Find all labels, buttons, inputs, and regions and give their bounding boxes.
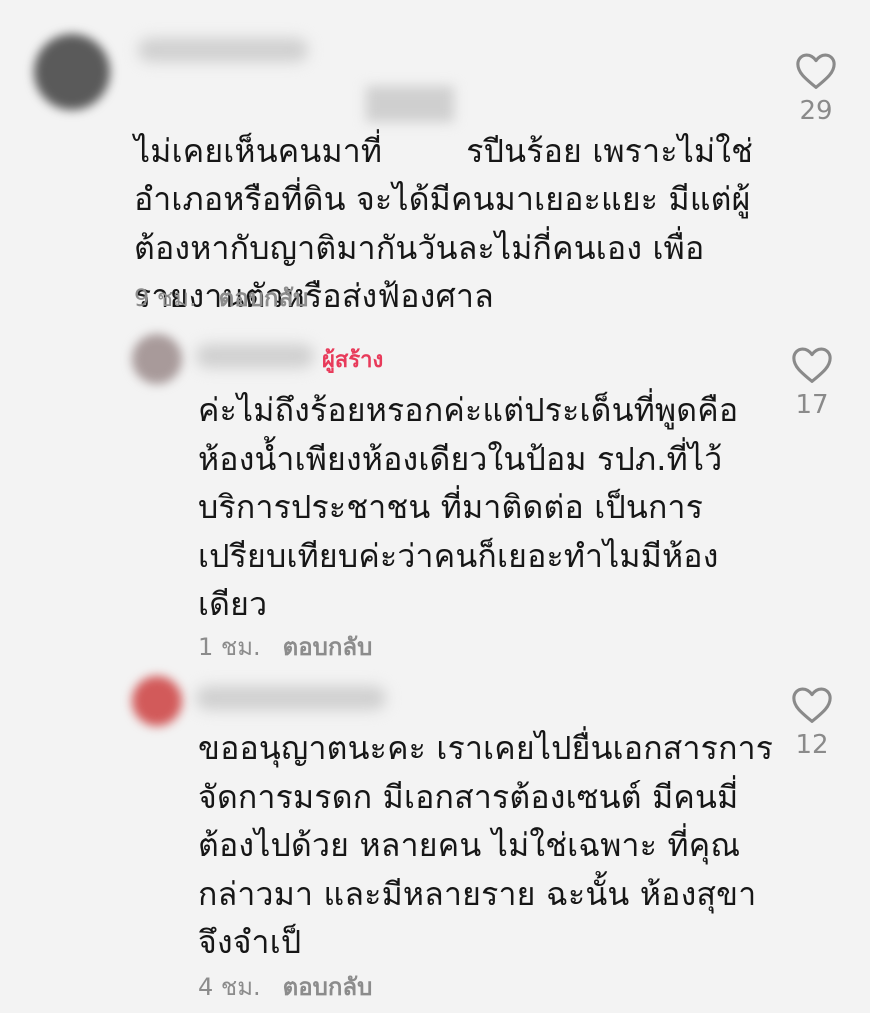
like-button[interactable]: 29 xyxy=(786,52,846,126)
comment-text-line1-start: ไม่เคยเห็นคนมาที่ xyxy=(134,131,383,170)
username-blurred[interactable] xyxy=(196,344,314,368)
username-blurred[interactable] xyxy=(196,686,386,710)
username-blurred[interactable] xyxy=(138,38,308,62)
reply-button[interactable]: ตอบกลับ xyxy=(283,973,373,1001)
comment-meta: 1 ชม. ตอบกลับ xyxy=(198,627,372,666)
creator-badge: ผู้สร้าง xyxy=(322,348,384,373)
comment-text: ขออนุญาตนะคะ เราเคยไปยื่นเอกสารการ จัดกา… xyxy=(198,729,774,961)
comment-meta: 9 ชม. ตอบกลับ xyxy=(134,278,308,317)
like-button[interactable]: 12 xyxy=(782,686,842,760)
avatar[interactable] xyxy=(34,34,110,110)
reply-button[interactable]: ตอบกลับ xyxy=(283,633,373,661)
comment-time: 9 ชม. xyxy=(134,284,197,312)
comment-text-line1-end: รปีนร้อย เพราะไม่ใช่ xyxy=(466,131,754,170)
avatar[interactable] xyxy=(132,676,182,726)
comment-text: ค่ะไม่ถึงร้อยหรอกค่ะแต่ประเด็นที่พูดคือ … xyxy=(198,391,739,623)
like-count: 12 xyxy=(795,730,829,760)
like-button[interactable]: 17 xyxy=(782,346,842,420)
reply-button[interactable]: ตอบกลับ xyxy=(219,284,309,312)
comments-panel: ไม่เคยเห็นคนมาที่ รปีนร้อย เพราะไม่ใช่ อำ… xyxy=(0,0,870,1013)
comment-time: 4 ชม. xyxy=(198,973,261,1001)
redacted-text xyxy=(366,86,454,122)
heart-outline-icon xyxy=(792,687,832,723)
heart-outline-icon xyxy=(792,347,832,383)
like-count: 29 xyxy=(799,96,833,126)
comment-meta: 4 ชม. ตอบกลับ xyxy=(198,967,372,1006)
heart-outline-icon xyxy=(796,53,836,89)
avatar[interactable] xyxy=(132,334,182,384)
comment-time: 1 ชม. xyxy=(198,633,261,661)
like-count: 17 xyxy=(795,390,829,420)
